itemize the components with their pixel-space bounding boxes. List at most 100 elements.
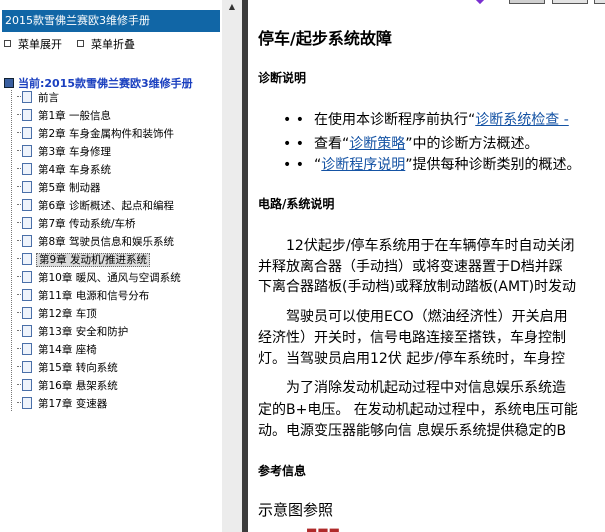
paragraph-line: 灯。当驾驶员启用12伏 起步/停车系统时，车身控 xyxy=(258,351,565,367)
bullet-text: ”提供每种诊断类别的概述。 xyxy=(405,157,581,173)
tree-item[interactable]: 第10章 暖风、通风与空调系统 xyxy=(17,270,183,286)
cut-off-link-fragment: ▬▬▬ xyxy=(306,525,341,532)
diagram-reference-text: 示意图参照 xyxy=(258,501,334,519)
document-icon xyxy=(22,163,32,175)
diagnostic-procedure-link[interactable]: 诊断程序说明 xyxy=(321,157,405,173)
tree-root[interactable]: 当前:2015款雪佛兰赛欧3维修手册 xyxy=(4,75,193,90)
bullet-text: 查看“ xyxy=(314,136,350,152)
document-icon xyxy=(22,217,32,229)
page-title: 停车/起步系统故障 xyxy=(258,29,392,48)
tree-item[interactable]: 第17章 变速器 xyxy=(17,396,109,412)
tree-item-label: 第7章 传动系统/车桥 xyxy=(38,218,136,230)
tree-item[interactable]: 第7章 传动系统/车桥 xyxy=(17,216,138,232)
tree-item[interactable]: 第2章 车身金属构件和装饰件 xyxy=(17,126,176,142)
bullet-item: • • 在使用本诊断程序前执行“诊断系统检查 - xyxy=(258,110,569,130)
reference-info-heading: 参考信息 xyxy=(258,464,307,478)
diagnostic-description-heading: 诊断说明 xyxy=(258,71,307,85)
collapse-menu-button[interactable]: 菜单折叠 xyxy=(77,38,135,52)
bullet-icon: • • xyxy=(283,112,304,128)
tree-item[interactable]: 第6章 诊断概述、起点和编程 xyxy=(17,198,176,214)
tree-item[interactable]: 第8章 驾驶员信息和娱乐系统 xyxy=(17,234,176,250)
paragraph-line: 12伏起步/停车系统用于在车辆停车时自动关闭 xyxy=(258,238,575,254)
paragraph-line: 下离合器踏板(手动档)或释放制动踏板(AMT)时发动 xyxy=(258,279,577,295)
bullet-item: • • 查看“诊断策略”中的诊断方法概述。 xyxy=(258,134,539,154)
document-icon xyxy=(22,145,32,157)
manual-title-bar: 2015款雪佛兰赛欧3维修手册 xyxy=(2,10,220,32)
document-icon xyxy=(22,361,32,373)
tree-connector xyxy=(17,366,21,367)
scroll-up-arrow-icon[interactable]: ▲ xyxy=(224,0,240,14)
tree-item-label: 第11章 电源和信号分布 xyxy=(38,290,150,302)
bullet-item: • • “诊断程序说明”提供每种诊断类别的概述。 xyxy=(258,155,581,175)
expand-menu-button[interactable]: 菜单展开 xyxy=(4,38,62,52)
tree-connector xyxy=(17,330,21,331)
paragraph-line: 并释放离合器（手动挡）或将变速器置于D档并踩 xyxy=(258,259,563,275)
bullet-text: 在使用本诊断程序前执行“ xyxy=(314,112,476,128)
document-icon xyxy=(22,325,32,337)
document-icon xyxy=(22,91,32,103)
tree-item[interactable]: 第1章 一般信息 xyxy=(17,108,113,124)
tree-item[interactable]: 第11章 电源和信号分布 xyxy=(17,288,151,304)
tree-connector xyxy=(17,240,21,241)
tree-item-label: 第15章 转向系统 xyxy=(38,362,118,374)
tree-root-label: 当前:2015款雪佛兰赛欧3维修手册 xyxy=(18,77,193,90)
document-icon xyxy=(22,181,32,193)
tree-item[interactable]: 前言 xyxy=(17,90,61,106)
tree-connector xyxy=(17,204,21,205)
tree-item-label: 第10章 暖风、通风与空调系统 xyxy=(38,272,181,284)
tree-item-label: 第17章 变速器 xyxy=(38,398,108,410)
tree-scroll-area[interactable]: ▲ xyxy=(222,0,242,532)
toolbar-button[interactable] xyxy=(509,0,545,4)
collapse-menu-label: 菜单折叠 xyxy=(91,38,135,51)
toolbar-marker-icon xyxy=(472,0,488,5)
tree-item[interactable]: 第9章 发动机/推进系统 xyxy=(17,252,151,268)
document-icon xyxy=(22,271,32,283)
expand-menu-label: 菜单展开 xyxy=(18,38,62,51)
tree-item[interactable]: 第3章 车身修理 xyxy=(17,144,113,160)
paragraph-line: 经济性）开关时，信号电路连接至搭铁，车身控制 xyxy=(258,330,566,346)
tree-item-label: 第4章 车身系统 xyxy=(38,164,112,176)
tree-connector xyxy=(17,312,21,313)
tree-item-label: 第14章 座椅 xyxy=(38,344,97,356)
tree-item[interactable]: 第14章 座椅 xyxy=(17,342,99,358)
navigation-tree-panel: 2015款雪佛兰赛欧3维修手册 菜单展开 菜单折叠 当前:2015款雪佛兰赛欧3… xyxy=(0,0,222,532)
tree-item-label: 第5章 制动器 xyxy=(38,182,101,194)
tree-item[interactable]: 第12章 车顶 xyxy=(17,306,99,322)
toolbar-button[interactable] xyxy=(594,0,605,4)
tree-item[interactable]: 第4章 车身系统 xyxy=(17,162,113,178)
tree-connector xyxy=(17,384,21,385)
tree-connector xyxy=(17,348,21,349)
diagnostic-strategy-link[interactable]: 诊断策略 xyxy=(349,136,405,152)
tree-item-label: 第9章 发动机/推进系统 xyxy=(36,253,151,267)
tree-item-label: 第16章 悬架系统 xyxy=(38,380,118,392)
tree-item-label: 第2章 车身金属构件和装饰件 xyxy=(38,128,175,140)
document-icon xyxy=(22,343,32,355)
tree-connector xyxy=(17,186,21,187)
document-icon xyxy=(22,109,32,121)
tree-item-label: 第3章 车身修理 xyxy=(38,146,112,158)
tree-item[interactable]: 第16章 悬架系统 xyxy=(17,378,120,394)
tree-connector xyxy=(17,258,21,259)
tree-item[interactable]: 第5章 制动器 xyxy=(17,180,103,196)
document-icon xyxy=(22,289,32,301)
tree-connector-line xyxy=(11,90,12,411)
document-icon xyxy=(22,397,32,409)
document-icon xyxy=(22,235,32,247)
diagnostic-system-check-link[interactable]: 诊断系统检查 - xyxy=(475,112,569,128)
paragraph-line: 为了消除发动机起动过程中对信息娱乐系统造 xyxy=(258,380,566,396)
tree-connector xyxy=(17,132,21,133)
tree-item[interactable]: 第15章 转向系统 xyxy=(17,360,120,376)
document-icon xyxy=(22,253,32,265)
tree-connector xyxy=(17,114,21,115)
content-pane: 停车/起步系统故障 诊断说明 • • 在使用本诊断程序前执行“诊断系统检查 - •… xyxy=(248,0,605,532)
tree-connector xyxy=(17,150,21,151)
toolbar-button[interactable] xyxy=(552,0,588,4)
circuit-description-heading: 电路/系统说明 xyxy=(258,197,335,211)
tree-item-label: 第13章 安全和防护 xyxy=(38,326,129,338)
tree-item-label: 第6章 诊断概述、起点和编程 xyxy=(38,200,175,212)
tree-connector xyxy=(17,168,21,169)
collapse-icon xyxy=(77,40,84,47)
tree-item-label: 前言 xyxy=(38,92,59,104)
bullet-icon: • • xyxy=(283,157,304,173)
tree-item[interactable]: 第13章 安全和防护 xyxy=(17,324,130,340)
